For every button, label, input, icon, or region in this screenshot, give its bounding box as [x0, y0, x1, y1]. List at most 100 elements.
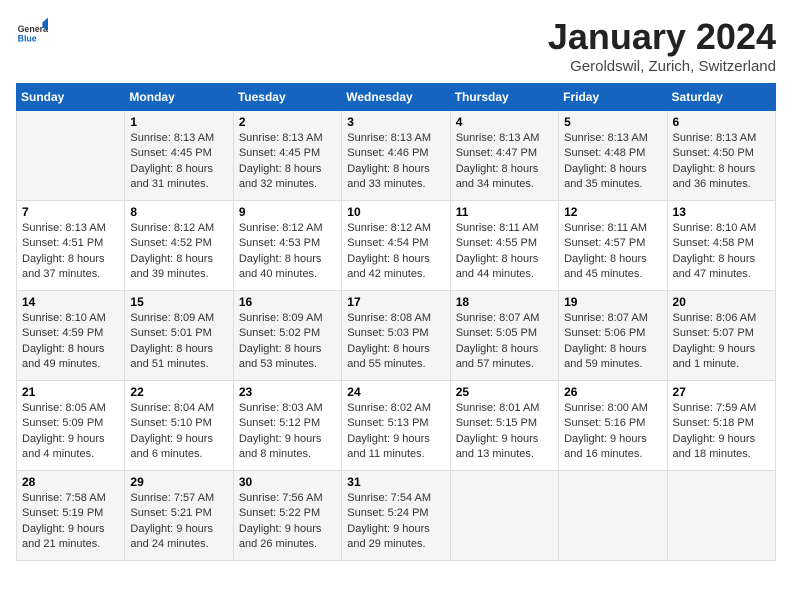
day-info: Sunrise: 8:07 AM Sunset: 5:05 PM Dayligh…	[456, 311, 553, 373]
day-number: 31	[347, 475, 444, 489]
weekday-header: Tuesday	[233, 84, 341, 111]
day-number: 10	[347, 205, 444, 219]
day-info: Sunrise: 7:57 AM Sunset: 5:21 PM Dayligh…	[130, 491, 227, 553]
calendar-week-row: 7 Sunrise: 8:13 AM Sunset: 4:51 PM Daylig…	[17, 201, 776, 291]
day-info: Sunrise: 8:04 AM Sunset: 5:10 PM Dayligh…	[130, 401, 227, 463]
day-info: Sunrise: 8:05 AM Sunset: 5:09 PM Dayligh…	[22, 401, 119, 463]
weekday-header: Wednesday	[342, 84, 450, 111]
calendar-cell: 22 Sunrise: 8:04 AM Sunset: 5:10 PM Dayli…	[125, 381, 233, 471]
weekday-header: Friday	[559, 84, 667, 111]
day-number: 15	[130, 295, 227, 309]
day-info: Sunrise: 8:13 AM Sunset: 4:51 PM Dayligh…	[22, 221, 119, 283]
day-number: 2	[239, 115, 336, 129]
calendar-cell: 24 Sunrise: 8:02 AM Sunset: 5:13 PM Dayli…	[342, 381, 450, 471]
weekday-header: Monday	[125, 84, 233, 111]
day-info: Sunrise: 8:12 AM Sunset: 4:52 PM Dayligh…	[130, 221, 227, 283]
calendar-cell: 29Sunrise: 7:57 AM Sunset: 5:21 PM Dayli…	[125, 471, 233, 561]
day-number: 17	[347, 295, 444, 309]
calendar-cell: 13Sunrise: 8:10 AM Sunset: 4:58 PM Dayli…	[667, 201, 775, 291]
day-number: 20	[673, 295, 770, 309]
month-title: January 2024	[548, 16, 776, 58]
day-number: 6	[673, 115, 770, 129]
svg-text:Blue: Blue	[18, 34, 37, 44]
title-block: January 2024 Geroldswil, Zurich, Switzer…	[548, 16, 776, 75]
calendar-cell: 3Sunrise: 8:13 AM Sunset: 4:46 PM Daylig…	[342, 111, 450, 201]
day-info: Sunrise: 7:59 AM Sunset: 5:18 PM Dayligh…	[673, 401, 770, 463]
calendar-cell: 10 Sunrise: 8:12 AM Sunset: 4:54 PM Dayli…	[342, 201, 450, 291]
calendar-cell: 4 Sunrise: 8:13 AM Sunset: 4:47 PM Daylig…	[450, 111, 558, 201]
day-number: 18	[456, 295, 553, 309]
day-number: 16	[239, 295, 336, 309]
calendar-header: SundayMondayTuesdayWednesdayThursdayFrid…	[17, 84, 776, 111]
day-info: Sunrise: 8:00 AM Sunset: 5:16 PM Dayligh…	[564, 401, 661, 463]
day-number: 30	[239, 475, 336, 489]
calendar-cell: 16 Sunrise: 8:09 AM Sunset: 5:02 PM Dayli…	[233, 291, 341, 381]
day-info: Sunrise: 8:02 AM Sunset: 5:13 PM Dayligh…	[347, 401, 444, 463]
day-number: 23	[239, 385, 336, 399]
day-number: 27	[673, 385, 770, 399]
day-number: 24	[347, 385, 444, 399]
calendar-cell: 2 Sunrise: 8:13 AM Sunset: 4:45 PM Daylig…	[233, 111, 341, 201]
calendar-cell: 31 Sunrise: 7:54 AM Sunset: 5:24 PM Dayli…	[342, 471, 450, 561]
day-info: Sunrise: 7:54 AM Sunset: 5:24 PM Dayligh…	[347, 491, 444, 553]
weekday-header: Sunday	[17, 84, 125, 111]
day-info: Sunrise: 8:13 AM Sunset: 4:48 PM Dayligh…	[564, 131, 661, 193]
calendar-cell: 12 Sunrise: 8:11 AM Sunset: 4:57 PM Dayli…	[559, 201, 667, 291]
calendar-cell: 23Sunrise: 8:03 AM Sunset: 5:12 PM Dayli…	[233, 381, 341, 471]
day-info: Sunrise: 7:58 AM Sunset: 5:19 PM Dayligh…	[22, 491, 119, 553]
day-info: Sunrise: 8:01 AM Sunset: 5:15 PM Dayligh…	[456, 401, 553, 463]
day-info: Sunrise: 8:10 AM Sunset: 4:58 PM Dayligh…	[673, 221, 770, 283]
day-number: 5	[564, 115, 661, 129]
calendar-cell: 14Sunrise: 8:10 AM Sunset: 4:59 PM Dayli…	[17, 291, 125, 381]
calendar-cell: 25Sunrise: 8:01 AM Sunset: 5:15 PM Dayli…	[450, 381, 558, 471]
day-number: 21	[22, 385, 119, 399]
calendar-cell: 5 Sunrise: 8:13 AM Sunset: 4:48 PM Daylig…	[559, 111, 667, 201]
calendar-table: SundayMondayTuesdayWednesdayThursdayFrid…	[16, 83, 776, 561]
day-info: Sunrise: 8:06 AM Sunset: 5:07 PM Dayligh…	[673, 311, 770, 373]
day-info: Sunrise: 8:12 AM Sunset: 4:54 PM Dayligh…	[347, 221, 444, 283]
day-number: 7	[22, 205, 119, 219]
calendar-cell: 17 Sunrise: 8:08 AM Sunset: 5:03 PM Dayli…	[342, 291, 450, 381]
day-number: 12	[564, 205, 661, 219]
day-number: 19	[564, 295, 661, 309]
page-header: General Blue January 2024 Geroldswil, Zu…	[16, 16, 776, 75]
weekday-header: Thursday	[450, 84, 558, 111]
day-number: 9	[239, 205, 336, 219]
calendar-week-row: 21 Sunrise: 8:05 AM Sunset: 5:09 PM Dayli…	[17, 381, 776, 471]
calendar-cell: 19 Sunrise: 8:07 AM Sunset: 5:06 PM Dayli…	[559, 291, 667, 381]
calendar-cell: 8 Sunrise: 8:12 AM Sunset: 4:52 PM Daylig…	[125, 201, 233, 291]
calendar-cell: 28 Sunrise: 7:58 AM Sunset: 5:19 PM Dayli…	[17, 471, 125, 561]
logo-icon: General Blue	[16, 16, 48, 48]
calendar-cell: 7 Sunrise: 8:13 AM Sunset: 4:51 PM Daylig…	[17, 201, 125, 291]
day-info: Sunrise: 8:13 AM Sunset: 4:50 PM Dayligh…	[673, 131, 770, 193]
weekday-header: Saturday	[667, 84, 775, 111]
calendar-cell: 21 Sunrise: 8:05 AM Sunset: 5:09 PM Dayli…	[17, 381, 125, 471]
day-number: 8	[130, 205, 227, 219]
day-number: 11	[456, 205, 553, 219]
day-number: 3	[347, 115, 444, 129]
day-info: Sunrise: 8:10 AM Sunset: 4:59 PM Dayligh…	[22, 311, 119, 373]
day-info: Sunrise: 8:08 AM Sunset: 5:03 PM Dayligh…	[347, 311, 444, 373]
calendar-cell: 18 Sunrise: 8:07 AM Sunset: 5:05 PM Dayli…	[450, 291, 558, 381]
day-info: Sunrise: 8:13 AM Sunset: 4:45 PM Dayligh…	[239, 131, 336, 193]
calendar-cell	[17, 111, 125, 201]
calendar-cell: 6 Sunrise: 8:13 AM Sunset: 4:50 PM Daylig…	[667, 111, 775, 201]
calendar-cell: 11Sunrise: 8:11 AM Sunset: 4:55 PM Dayli…	[450, 201, 558, 291]
calendar-cell: 1Sunrise: 8:13 AM Sunset: 4:45 PM Daylig…	[125, 111, 233, 201]
day-info: Sunrise: 8:13 AM Sunset: 4:47 PM Dayligh…	[456, 131, 553, 193]
day-info: Sunrise: 8:09 AM Sunset: 5:02 PM Dayligh…	[239, 311, 336, 373]
day-number: 26	[564, 385, 661, 399]
day-info: Sunrise: 8:09 AM Sunset: 5:01 PM Dayligh…	[130, 311, 227, 373]
day-number: 4	[456, 115, 553, 129]
day-number: 28	[22, 475, 119, 489]
day-info: Sunrise: 8:11 AM Sunset: 4:57 PM Dayligh…	[564, 221, 661, 283]
day-info: Sunrise: 8:07 AM Sunset: 5:06 PM Dayligh…	[564, 311, 661, 373]
day-number: 22	[130, 385, 227, 399]
calendar-cell: 20 Sunrise: 8:06 AM Sunset: 5:07 PM Dayli…	[667, 291, 775, 381]
location-title: Geroldswil, Zurich, Switzerland	[548, 58, 776, 75]
calendar-week-row: 14Sunrise: 8:10 AM Sunset: 4:59 PM Dayli…	[17, 291, 776, 381]
day-info: Sunrise: 8:12 AM Sunset: 4:53 PM Dayligh…	[239, 221, 336, 283]
calendar-cell: 15 Sunrise: 8:09 AM Sunset: 5:01 PM Dayli…	[125, 291, 233, 381]
calendar-cell	[667, 471, 775, 561]
calendar-week-row: 1Sunrise: 8:13 AM Sunset: 4:45 PM Daylig…	[17, 111, 776, 201]
